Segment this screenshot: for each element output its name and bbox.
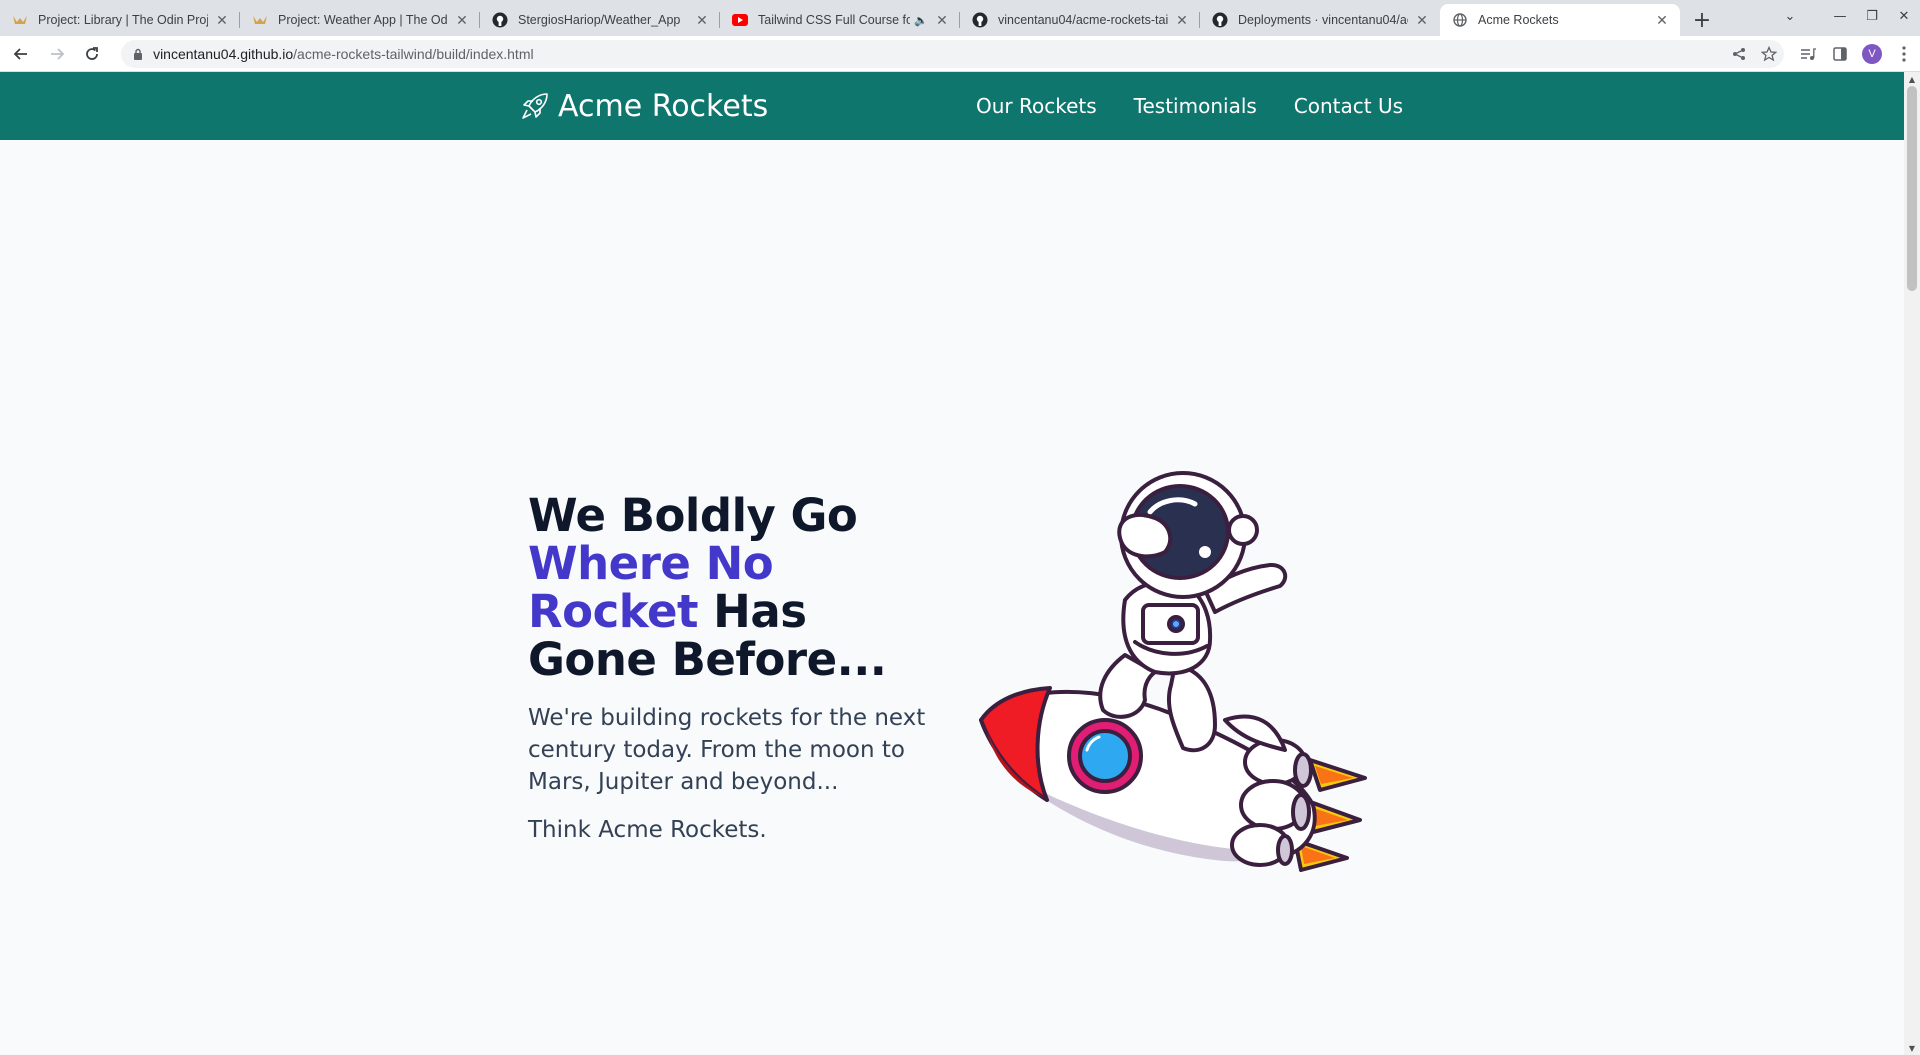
close-icon[interactable]: ✕ (214, 12, 230, 28)
tab-github-weather[interactable]: StergiosHariop/Weather_App ✕ (480, 4, 720, 36)
toolbar-actions: V (1784, 39, 1920, 69)
window-controls: ⌄ — ❐ ✕ (1774, 0, 1920, 32)
youtube-icon (732, 12, 748, 28)
avatar: V (1861, 43, 1882, 64)
page-scrollbar[interactable]: ▲ ▼ (1904, 72, 1920, 1055)
address-bar[interactable]: vincentanu04.github.io/acme-rockets-tail… (121, 39, 1784, 68)
tab-strip: Project: Library | The Odin Project ✕ Pr… (0, 0, 1920, 36)
back-button[interactable] (6, 39, 36, 69)
nav-testimonials[interactable]: Testimonials (1134, 94, 1257, 118)
close-icon[interactable]: ✕ (1414, 12, 1430, 28)
astronaut-rocket-illustration (975, 460, 1375, 880)
page-viewport: Acme Rockets Our Rockets Testimonials Co… (0, 72, 1904, 1055)
main-nav: Our Rockets Testimonials Contact Us (976, 72, 1440, 140)
tab-title: StergiosHariop/Weather_App (518, 13, 681, 27)
close-icon[interactable]: ✕ (1174, 12, 1190, 28)
share-icon[interactable] (1724, 47, 1754, 61)
minimize-icon[interactable]: — (1824, 9, 1856, 24)
new-tab-button[interactable]: + (1686, 4, 1718, 36)
github-icon (972, 12, 988, 28)
tab-github-acme[interactable]: vincentanu04/acme-rockets-tailwind ✕ (960, 4, 1200, 36)
browser-toolbar: vincentanu04.github.io/acme-rockets-tail… (0, 36, 1920, 72)
rocket-logo-icon (520, 91, 550, 121)
close-icon[interactable]: ✕ (454, 12, 470, 28)
odin-icon (12, 12, 28, 28)
close-icon[interactable]: ✕ (694, 12, 710, 28)
hero-heading-part1: We Boldly Go (528, 489, 858, 542)
reload-button[interactable] (77, 39, 107, 69)
odin-icon (252, 12, 268, 28)
hero-tagline: Think Acme Rockets. (528, 817, 767, 843)
hero-subtitle: We're building rockets for the next cent… (528, 705, 926, 795)
tab-odin-weather[interactable]: Project: Weather App | The Odin Project … (240, 4, 480, 36)
close-icon[interactable]: ✕ (1654, 12, 1670, 28)
scroll-down-arrow[interactable]: ▼ (1904, 1041, 1920, 1055)
menu-icon[interactable] (1888, 39, 1920, 69)
nav-our-rockets[interactable]: Our Rockets (976, 94, 1097, 118)
tab-search-icon[interactable]: ⌄ (1774, 9, 1806, 24)
scroll-up-arrow[interactable]: ▲ (1904, 72, 1920, 86)
url-host: vincentanu04.github.io (153, 45, 294, 62)
hero-heading: We Boldly Go Where No Rocket Has Gone Be… (528, 492, 948, 684)
brand[interactable]: Acme Rockets (520, 72, 768, 140)
tab-title: Deployments · vincentanu04/acme-rockets-… (1238, 13, 1408, 27)
profile-button[interactable]: V (1856, 39, 1888, 69)
hero-text: We Boldly Go Where No Rocket Has Gone Be… (528, 492, 948, 846)
tab-title: vincentanu04/acme-rockets-tailwind (998, 13, 1168, 27)
forward-button[interactable] (42, 39, 72, 69)
tab-acme-rockets[interactable]: Acme Rockets ✕ (1440, 4, 1680, 36)
tab-odin-library[interactable]: Project: Library | The Odin Project ✕ (0, 4, 240, 36)
tab-title: Tailwind CSS Full Course for Beginners (758, 13, 911, 27)
scrollbar-thumb[interactable] (1907, 86, 1917, 291)
site-header: Acme Rockets Our Rockets Testimonials Co… (0, 72, 1904, 140)
speaker-icon[interactable]: 🔈 (914, 14, 928, 27)
nav-contact-us[interactable]: Contact Us (1294, 94, 1403, 118)
brand-name: Acme Rockets (558, 88, 769, 124)
side-panel-icon[interactable] (1824, 39, 1856, 69)
tab-title: Project: Library | The Odin Project (38, 13, 208, 27)
star-icon[interactable] (1754, 45, 1784, 62)
close-window-icon[interactable]: ✕ (1888, 9, 1920, 24)
hero-section: We Boldly Go Where No Rocket Has Gone Be… (0, 140, 1904, 1055)
tab-title: Project: Weather App | The Odin Project (278, 13, 448, 27)
globe-icon (1452, 12, 1468, 28)
tab-youtube-tailwind[interactable]: Tailwind CSS Full Course for Beginners 🔈… (720, 4, 960, 36)
github-icon (1212, 12, 1228, 28)
github-icon (492, 12, 508, 28)
media-controls-icon[interactable] (1792, 39, 1824, 69)
tab-title: Acme Rockets (1478, 13, 1559, 27)
tab-github-deployments[interactable]: Deployments · vincentanu04/acme-rockets-… (1200, 4, 1440, 36)
lock-icon[interactable] (133, 48, 143, 60)
restore-icon[interactable]: ❐ (1856, 9, 1888, 24)
close-icon[interactable]: ✕ (934, 12, 950, 28)
url-path: /acme-rockets-tailwind/build/index.html (293, 45, 534, 62)
